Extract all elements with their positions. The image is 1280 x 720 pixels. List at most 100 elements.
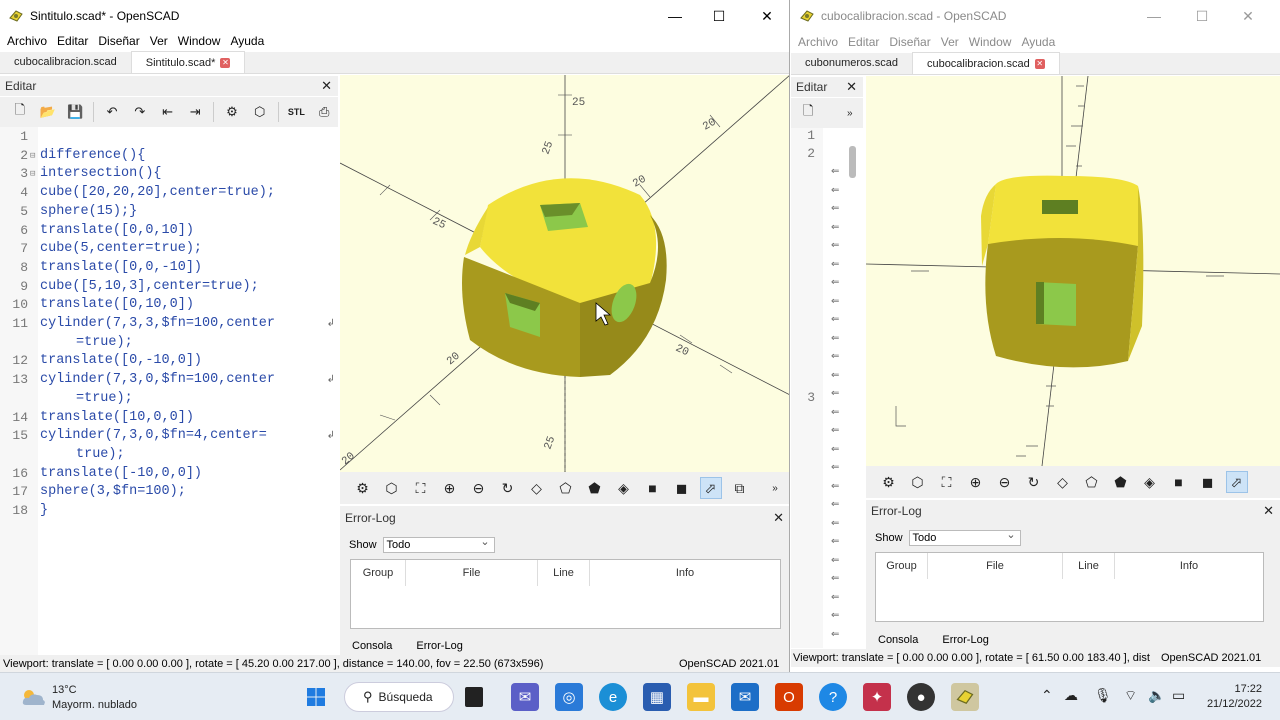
menu-disenar[interactable]: Diseñar (93, 34, 144, 48)
view-front-icon[interactable]: ■ (642, 477, 664, 499)
close-editor-icon[interactable]: ✕ (321, 78, 332, 94)
view-bottom-icon[interactable]: ⬟ (1110, 471, 1132, 493)
view-all-icon[interactable]: ⛶ (410, 477, 432, 499)
store-icon[interactable]: ▦ (643, 683, 671, 711)
menu-editar[interactable]: Editar (52, 34, 93, 48)
clock[interactable]: 17:22 21/12/2022 (1198, 682, 1262, 712)
column-header[interactable]: Group (351, 560, 406, 586)
view-right-icon[interactable]: ◇ (526, 477, 548, 499)
tab-error-log[interactable]: Error-Log (930, 630, 1001, 650)
render-icon[interactable]: ⬡ (381, 477, 403, 499)
maximize-button[interactable]: ☐ (1179, 0, 1225, 32)
fold-marker-icon[interactable]: ⊟ (30, 151, 35, 161)
save-file-icon[interactable]: 💾 (64, 101, 86, 123)
overflow-chevron-icon[interactable]: » (764, 477, 786, 499)
render-icon[interactable]: ⬡ (249, 101, 271, 123)
menu-window[interactable]: Window (964, 35, 1017, 49)
zoom-in-icon[interactable]: ⊕ (965, 471, 987, 493)
column-header[interactable]: Group (876, 553, 928, 579)
code-editor[interactable]: 1 2 ⊟ difference(){3 ⊟ intersection(){4 cube([… (0, 127, 338, 655)
zoom-out-icon[interactable]: ⊖ (994, 471, 1016, 493)
view-left-icon[interactable]: ◈ (613, 477, 635, 499)
overflow-chevron-icon[interactable]: » (840, 102, 861, 124)
redo-icon[interactable]: ↷ (129, 101, 151, 123)
show-select[interactable]: Todo (908, 528, 1021, 546)
column-header[interactable]: File (406, 560, 538, 586)
menu-ver[interactable]: Ver (936, 35, 964, 49)
indent-icon[interactable]: ⇥ (184, 101, 206, 123)
zoom-in-icon[interactable]: ⊕ (439, 477, 461, 499)
close-editor-icon[interactable]: ✕ (846, 79, 857, 95)
menu-ayuda[interactable]: Ayuda (225, 34, 269, 48)
tab-cubocalibracion[interactable]: cubocalibracion.scad (0, 51, 131, 73)
editor-scrollbar[interactable] (849, 146, 856, 178)
menu-window[interactable]: Window (173, 34, 226, 48)
unindent-icon[interactable]: ⇤ (157, 101, 179, 123)
weather-widget[interactable]: 13°C Mayorm. nublado (20, 683, 137, 713)
reset-view-icon[interactable]: ↻ (1023, 471, 1045, 493)
new-file-icon[interactable]: 🗋 (798, 102, 819, 124)
tab-error-log[interactable]: Error-Log (404, 636, 475, 656)
close-error-log-icon[interactable]: ✕ (773, 510, 784, 526)
menu-ver[interactable]: Ver (145, 34, 173, 48)
edge-browser-icon[interactable]: e (599, 683, 627, 711)
teams-chat-icon[interactable]: ✉ (511, 683, 539, 711)
view-front-icon[interactable]: ■ (1168, 471, 1190, 493)
open-file-icon[interactable]: 📂 (37, 101, 59, 123)
tab-cubocalibracion[interactable]: cubocalibracion.scad ✕ (911, 52, 1060, 74)
menu-ayuda[interactable]: Ayuda (1016, 35, 1060, 49)
preview-icon[interactable]: ⚙ (352, 477, 374, 499)
openscad-taskbar-icon[interactable] (951, 683, 979, 711)
maximize-button[interactable]: ☐ (696, 0, 742, 32)
view-back-icon[interactable]: ◼ (671, 477, 693, 499)
code-editor[interactable]: 1 2 3 ⇐⇐⇐⇐⇐⇐⇐⇐⇐⇐⇐⇐⇐⇐⇐⇐⇐⇐⇐⇐⇐⇐⇐⇐⇐⇐⇐ (791, 128, 863, 648)
menu-archivo[interactable]: Archivo (2, 34, 52, 48)
office-icon[interactable]: O (775, 683, 803, 711)
minimize-button[interactable]: — (652, 0, 698, 32)
file-explorer-icon[interactable]: ▬ (687, 683, 715, 711)
task-view-icon[interactable] (465, 687, 483, 707)
close-error-log-icon[interactable]: ✕ (1263, 503, 1274, 519)
3d-viewport[interactable]: 25 20 20 25 20 20 25 20 25 (340, 75, 789, 472)
3d-viewport[interactable] (866, 76, 1280, 466)
column-header[interactable]: Line (538, 560, 590, 586)
view-right-icon[interactable]: ◇ (1052, 471, 1074, 493)
wifi-icon[interactable]: ⌔ (1124, 687, 1137, 705)
battery-icon[interactable]: ▭ (1172, 687, 1185, 704)
menu-editar[interactable]: Editar (843, 35, 884, 49)
help-icon[interactable]: ? (819, 683, 847, 711)
view-back-icon[interactable]: ◼ (1197, 471, 1219, 493)
preview-icon[interactable]: ⚙ (221, 101, 243, 123)
title-bar[interactable]: Sintitulo.scad* - OpenSCAD — ☐ ✕ (0, 0, 789, 32)
show-select[interactable]: Todo (382, 535, 495, 553)
column-header[interactable]: Info (590, 560, 780, 586)
perspective-icon[interactable]: ⬀ (699, 477, 722, 499)
menu-archivo[interactable]: Archivo (793, 35, 843, 49)
tab-sintitulo[interactable]: Sintitulo.scad* ✕ (130, 51, 246, 73)
mail-icon[interactable]: ✉ (731, 683, 759, 711)
obs-icon[interactable]: ● (907, 683, 935, 711)
app-icon-2[interactable]: ✦ (863, 683, 891, 711)
undo-icon[interactable]: ↶ (101, 101, 123, 123)
reset-view-icon[interactable]: ↻ (497, 477, 519, 499)
render-icon[interactable]: ⬡ (907, 471, 929, 493)
tab-consola[interactable]: Consola (340, 636, 404, 656)
tray-chevron-icon[interactable]: ⌃ (1041, 687, 1053, 704)
view-top-icon[interactable]: ⬠ (555, 477, 577, 499)
cloud-icon[interactable]: ☁ (1064, 687, 1078, 704)
close-tab-icon[interactable]: ✕ (220, 57, 231, 68)
column-header[interactable]: Line (1063, 553, 1115, 579)
new-file-icon[interactable]: 🗋 (9, 101, 31, 123)
view-top-icon[interactable]: ⬠ (1081, 471, 1103, 493)
close-window-button[interactable]: ✕ (1225, 0, 1271, 32)
orthogonal-icon[interactable]: ⧉ (729, 477, 751, 499)
export-stl-icon[interactable]: STL (286, 101, 308, 123)
view-left-icon[interactable]: ◈ (1139, 471, 1161, 493)
minimize-button[interactable]: — (1131, 0, 1177, 32)
close-window-button[interactable]: ✕ (744, 0, 789, 32)
tab-cubonumeros[interactable]: cubonumeros.scad (791, 52, 912, 74)
windows-start-icon[interactable] (302, 683, 330, 711)
volume-icon[interactable]: 🔈 (1148, 687, 1165, 704)
taskbar-search[interactable]: ⚲ Búsqueda (344, 682, 454, 712)
column-header[interactable]: File (928, 553, 1063, 579)
